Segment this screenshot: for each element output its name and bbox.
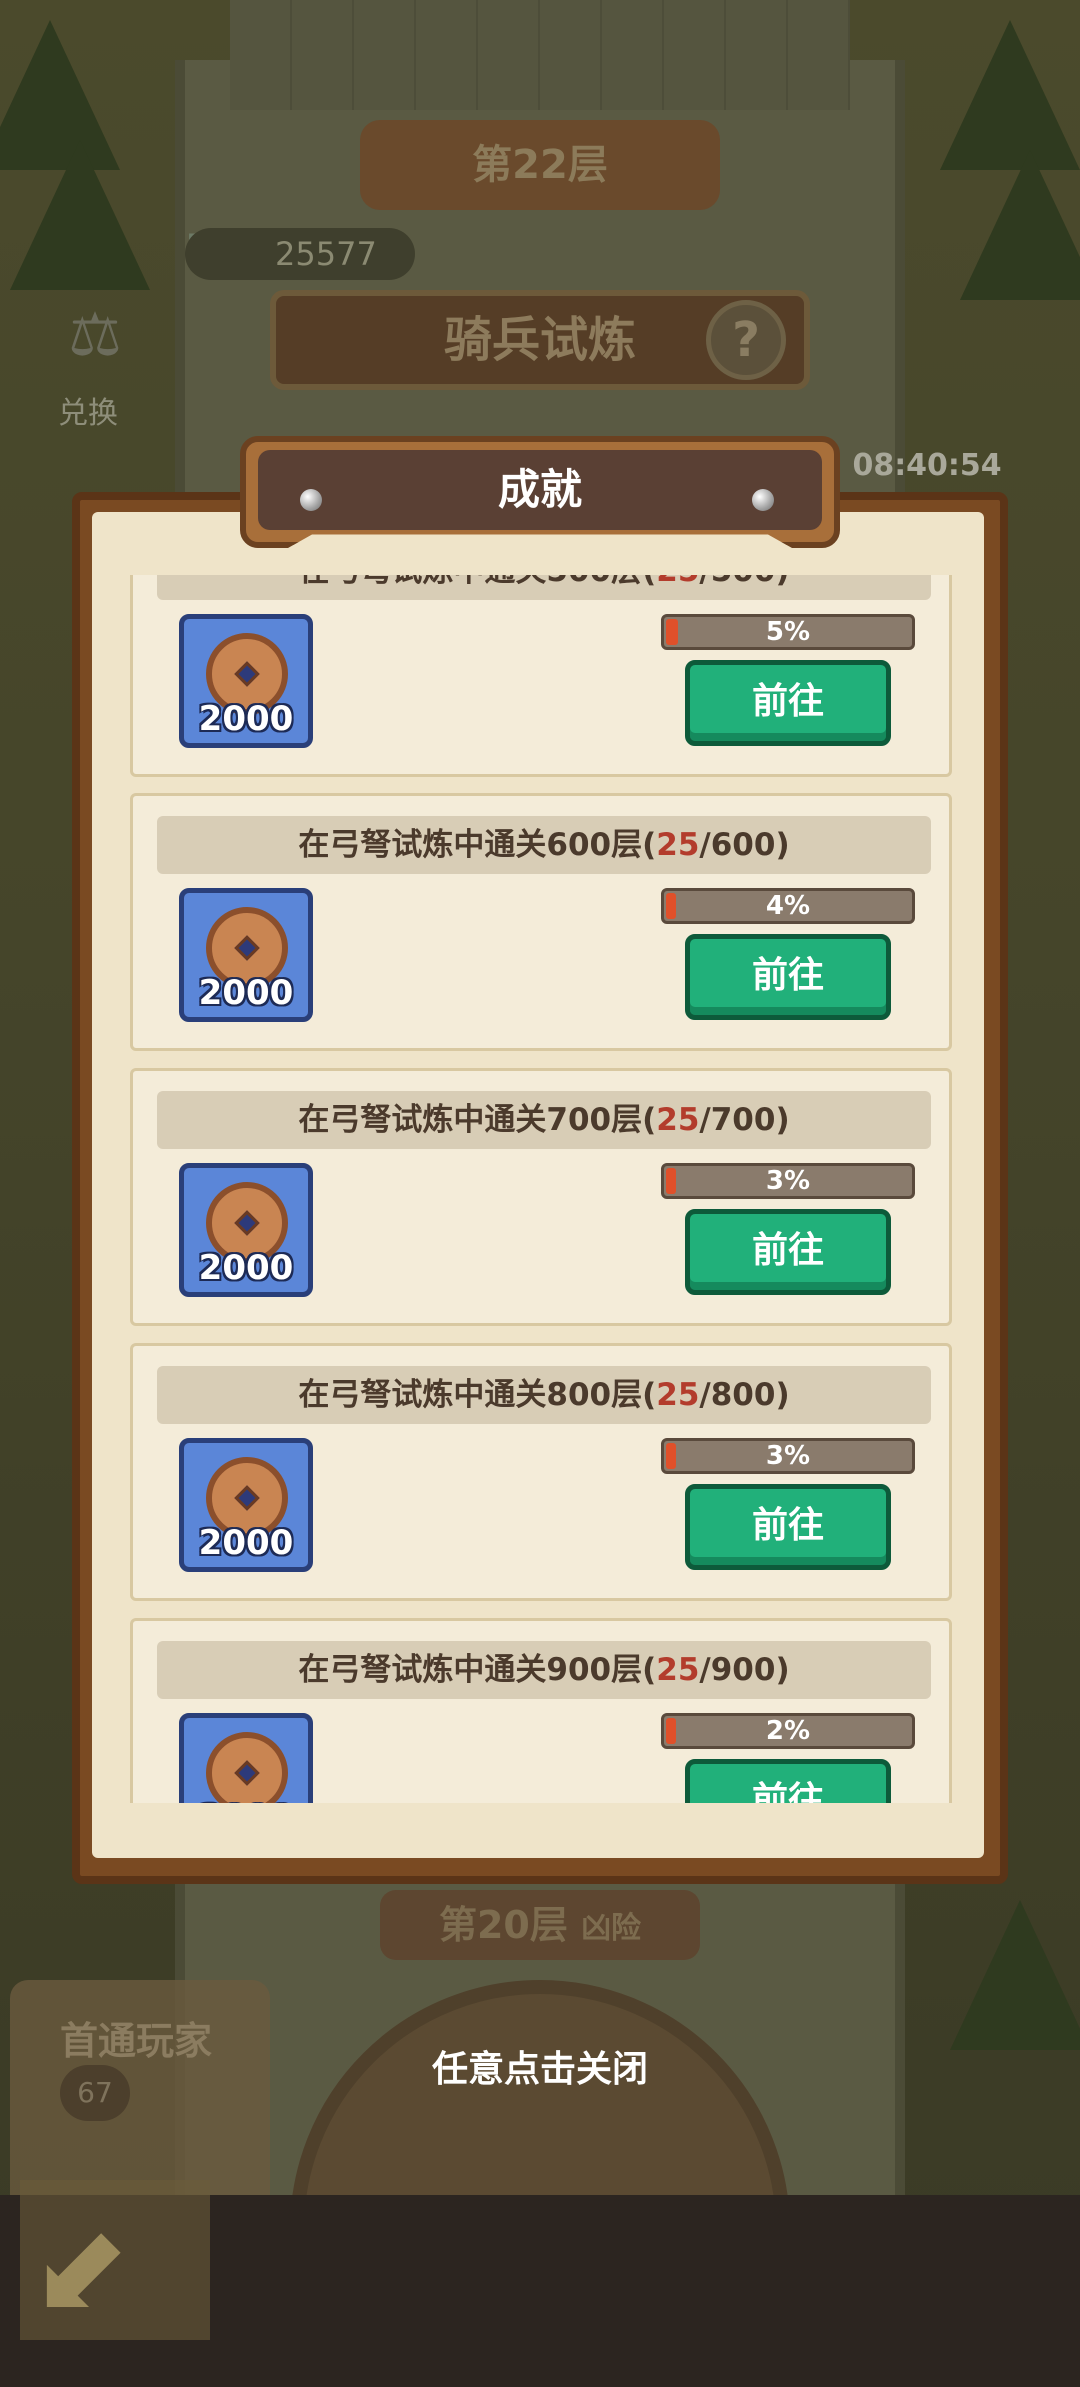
achievement-card: 在弓弩试炼中通关800层(25/800) 2000 3% 前往 (130, 1343, 952, 1601)
reward-item[interactable]: 2000 (179, 614, 313, 748)
go-button[interactable]: 前往 (685, 1759, 891, 1803)
reward-quantity: 2000 (198, 973, 294, 1013)
tree-decoration (940, 20, 1080, 170)
achievement-title: 在弓弩试炼中通关800层(25/800) (157, 1366, 931, 1424)
tap-to-close-hint[interactable]: 任意点击关闭 (0, 2040, 1080, 2092)
help-icon[interactable]: ? (706, 300, 786, 380)
next-floor-label: 第20层 凶险 (380, 1890, 700, 1960)
tree-decoration (960, 150, 1080, 300)
rivet-icon (752, 489, 774, 511)
reward-quantity: 2000 (198, 1248, 294, 1288)
achievement-title: 在弓弩试炼中通关600层(25/600) (157, 816, 931, 874)
achievement-list[interactable]: 在弓弩试炼中通关500层(25/500) 2000 5% 前往 在弓弩试炼中通关… (130, 575, 952, 1803)
achievement-title: 在弓弩试炼中通关700层(25/700) (157, 1091, 931, 1149)
next-floor-name: 第20层 (438, 1903, 568, 1947)
exchange-label: 兑换 (58, 396, 118, 431)
tower-top (230, 0, 850, 110)
achievement-card: 在弓弩试炼中通关700层(25/700) 2000 3% 前往 (130, 1068, 952, 1326)
next-floor-status: 凶险 (581, 1911, 642, 1946)
go-button[interactable]: 前往 (685, 1209, 891, 1295)
progress-bar: 3% (661, 1163, 915, 1199)
rivet-icon (300, 489, 322, 511)
reward-item[interactable]: 2000 (179, 1163, 313, 1297)
tree-decoration (10, 140, 150, 290)
progress-text: 5% (765, 617, 811, 647)
progress-bar: 5% (661, 614, 915, 650)
reward-quantity: 2000 (198, 699, 294, 739)
reward-quantity: 2000 (184, 1798, 308, 1803)
go-button[interactable]: 前往 (685, 934, 891, 1020)
progress-bar: 2% (661, 1713, 915, 1749)
reward-item[interactable]: 2000 (179, 888, 313, 1022)
achievement-title: 在弓弩试炼中通关500层(25/500) (157, 575, 931, 600)
achievement-card: 在弓弩试炼中通关900层(25/900) 2000 2% 前往 (130, 1618, 952, 1803)
achievement-card: 在弓弩试炼中通关600层(25/600) 2000 4% 前往 (130, 793, 952, 1051)
go-button[interactable]: 前往 (685, 660, 891, 746)
progress-text: 3% (765, 1441, 811, 1471)
floor-title: 第22层 (360, 120, 720, 210)
reward-quantity: 2000 (198, 1523, 294, 1563)
go-button[interactable]: 前往 (685, 1484, 891, 1570)
achievement-card: 在弓弩试炼中通关500层(25/500) 2000 5% 前往 (130, 575, 952, 777)
panel-title: 成就 (258, 450, 822, 530)
back-arrow-icon: ⬋ (30, 2200, 131, 2339)
coin-icon (206, 1732, 288, 1803)
progress-bar: 3% (661, 1438, 915, 1474)
achievement-title: 在弓弩试炼中通关900层(25/900) (157, 1641, 931, 1699)
exchange-icon[interactable]: ⚖ (55, 300, 135, 380)
progress-text: 2% (765, 1716, 811, 1746)
reward-item[interactable]: 2000 (179, 1438, 313, 1572)
progress-bar: 4% (661, 888, 915, 924)
progress-text: 4% (765, 891, 811, 921)
progress-text: 3% (765, 1166, 811, 1196)
tree-decoration (950, 1900, 1080, 2050)
reward-item[interactable]: 2000 (179, 1713, 313, 1803)
currency-amount: 25577 (185, 228, 415, 280)
